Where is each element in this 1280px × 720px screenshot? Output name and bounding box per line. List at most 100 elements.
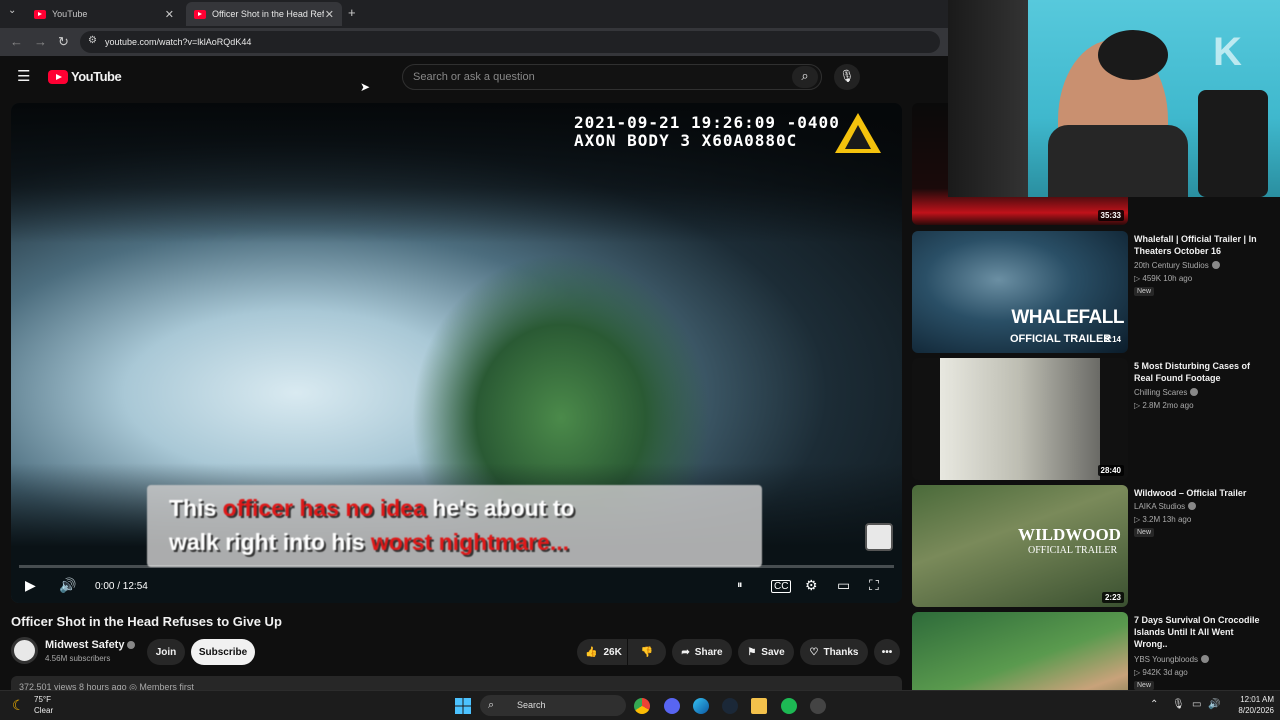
menu-icon[interactable]: ☰ bbox=[17, 67, 30, 85]
youtube-logo[interactable]: YouTube bbox=[48, 69, 122, 84]
fullscreen-icon[interactable]: ⛶ bbox=[869, 577, 879, 594]
recommendation-title[interactable]: 5 Most Disturbing Cases of Real Found Fo… bbox=[1134, 360, 1264, 384]
video-title: Officer Shot in the Head Refuses to Give… bbox=[11, 614, 282, 629]
channel-name[interactable]: Midwest Safety bbox=[45, 639, 136, 651]
play-button[interactable]: ▶ bbox=[25, 577, 36, 594]
video-metadata[interactable]: 372,501 views 8 hours ago ◎ Members firs… bbox=[11, 676, 902, 690]
like-button[interactable]: 👍 26K bbox=[577, 639, 627, 665]
progress-bar[interactable] bbox=[19, 565, 894, 568]
file-explorer-icon[interactable] bbox=[751, 698, 767, 714]
microphone-tray-icon[interactable]: 🎙 bbox=[1172, 699, 1185, 710]
windows-start-icon[interactable] bbox=[455, 698, 471, 714]
system-date[interactable]: 8/20/2026 bbox=[1220, 706, 1274, 715]
recommendation-title[interactable]: Wildwood – Official Trailer bbox=[1134, 487, 1264, 499]
edge-icon[interactable] bbox=[693, 698, 709, 714]
recommendation-channel[interactable]: 20th Century Studios bbox=[1134, 261, 1220, 270]
subscriber-count: 4.56M subscribers bbox=[45, 654, 111, 663]
subscribe-button[interactable]: Subscribe bbox=[191, 639, 255, 665]
new-tab-icon[interactable]: + bbox=[348, 5, 356, 20]
video-player[interactable]: 2021-09-21 19:26:09 -0400 AXON BODY 3 X6… bbox=[11, 103, 902, 603]
tab-youtube[interactable]: YouTube ✕ bbox=[26, 2, 182, 26]
youtube-masthead: ☰ YouTube ➤ Search or ask a question ⌕ 🎙 bbox=[0, 56, 948, 98]
taskbar-search[interactable]: ⌕ Search bbox=[480, 695, 626, 716]
dislike-button[interactable]: 👎 bbox=[628, 639, 666, 665]
volume-icon[interactable]: 🔊 bbox=[59, 577, 76, 594]
search-button[interactable]: ⌕ bbox=[792, 66, 818, 88]
more-actions-button[interactable]: ••• bbox=[874, 639, 900, 665]
settings-icon[interactable]: ⚙ bbox=[805, 577, 818, 594]
recommendation-title[interactable]: 7 Days Survival On Crocodile Islands Unt… bbox=[1134, 614, 1264, 650]
verified-icon bbox=[1211, 261, 1220, 269]
new-badge: New bbox=[1134, 681, 1155, 690]
tab-active-video[interactable]: Officer Shot in the Head Refuse ✕ bbox=[186, 2, 342, 26]
voice-search-button[interactable]: 🎙 bbox=[834, 64, 860, 90]
recommendation-channel[interactable]: LAIKA Studios bbox=[1134, 502, 1197, 511]
thanks-icon: ♡ bbox=[809, 646, 819, 658]
system-clock[interactable]: 12:01 AM bbox=[1226, 695, 1274, 704]
recommendation-title[interactable]: Whalefall | Official Trailer | In Theate… bbox=[1134, 233, 1264, 257]
site-info-icon[interactable]: ⚙ bbox=[88, 35, 97, 46]
show-hidden-icons-icon[interactable]: ⌃ bbox=[1150, 699, 1158, 710]
browser-tab-strip: ⌄ YouTube ✕ Officer Shot in the Head Ref… bbox=[0, 0, 948, 28]
video-thumbnail[interactable]: WILDWOOD OFFICIAL TRAILER 2:23 bbox=[912, 485, 1128, 607]
weather-icon[interactable]: ☾ bbox=[12, 697, 25, 714]
network-icon[interactable]: ▭ bbox=[1192, 699, 1201, 710]
duration-badge: 28:40 bbox=[1097, 465, 1124, 476]
forward-icon[interactable]: → bbox=[34, 34, 47, 49]
weather-temperature[interactable]: 75°F bbox=[34, 695, 51, 704]
join-button[interactable]: Join bbox=[147, 639, 185, 665]
spotify-icon[interactable] bbox=[781, 698, 797, 714]
recommendation-item[interactable]: 28:40 5 Most Disturbing Cases of Real Fo… bbox=[912, 358, 1272, 480]
volume-tray-icon[interactable]: 🔊 bbox=[1208, 699, 1220, 710]
captions-button[interactable]: CC bbox=[771, 580, 792, 593]
browser-toolbar: ← → ↻ ⚙ youtube.com/watch?v=lklAoRQdK44 bbox=[0, 28, 948, 56]
autoplay-toggle[interactable]: ⏸ bbox=[737, 579, 743, 592]
microphone-icon: 🎙 bbox=[839, 69, 855, 83]
address-bar[interactable]: ⚙ youtube.com/watch?v=lklAoRQdK44 bbox=[80, 31, 940, 53]
reload-icon[interactable]: ↻ bbox=[58, 34, 69, 50]
recommendation-stats: ▷ 3.2M 13h ago bbox=[1134, 515, 1192, 524]
discord-icon[interactable] bbox=[664, 698, 680, 714]
recommendation-item[interactable]: 7 Days Survival On Crocodile Islands Unt… bbox=[912, 612, 1272, 690]
back-icon[interactable]: ← bbox=[10, 34, 23, 49]
recommendation-item[interactable]: WILDWOOD OFFICIAL TRAILER 2:23 Wildwood … bbox=[912, 485, 1272, 607]
caption-line-2: walk right into his worst nightmare... bbox=[169, 529, 569, 555]
video-thumbnail[interactable]: WHALEFALL OFFICIAL TRAILER 2:14 bbox=[912, 231, 1128, 353]
thumbnail-title-text: WHALEFALL bbox=[1011, 307, 1124, 328]
tab-list-icon[interactable]: ⌄ bbox=[8, 5, 16, 16]
streamer-shirt bbox=[1048, 125, 1188, 197]
steam-icon[interactable] bbox=[722, 698, 738, 714]
recommendation-channel[interactable]: YBS Youngbloods bbox=[1134, 655, 1210, 664]
recommendation-stats: ▷ 2.8M 2mo ago bbox=[1134, 401, 1194, 410]
share-button[interactable]: ➦ Share bbox=[672, 639, 732, 665]
duration-badge: 35:33 bbox=[1097, 210, 1124, 221]
recommendation-item[interactable]: WHALEFALL OFFICIAL TRAILER 2:14 Whalefal… bbox=[912, 231, 1272, 353]
youtube-favicon-icon bbox=[34, 9, 46, 19]
theater-mode-icon[interactable]: ▭ bbox=[837, 577, 850, 594]
search-input[interactable]: Search or ask a question bbox=[402, 64, 822, 90]
channel-avatar[interactable] bbox=[11, 637, 38, 664]
bodycam-timestamp: 2021-09-21 19:26:09 -0400 bbox=[574, 113, 840, 132]
recommendation-channel[interactable]: Chilling Scares bbox=[1134, 388, 1199, 397]
search-placeholder: Search or ask a question bbox=[413, 71, 535, 83]
tab-close-icon[interactable]: ✕ bbox=[165, 8, 174, 21]
webcam-overlay: K bbox=[948, 0, 1280, 197]
weather-condition[interactable]: Clear bbox=[34, 706, 53, 715]
tab-close-icon[interactable]: ✕ bbox=[325, 8, 334, 21]
player-controls: ▶ 🔊 0:00 / 12:54 ⏸ CC ⚙ ▭ ⛶ bbox=[11, 571, 902, 603]
share-icon: ➦ bbox=[681, 646, 690, 658]
thanks-button[interactable]: ♡ Thanks bbox=[800, 639, 868, 665]
recommendation-stats: ▷ 459K 10h ago bbox=[1134, 274, 1193, 283]
channel-watermark-icon[interactable] bbox=[865, 523, 893, 551]
caption-line-1: This officer has no idea he's about to bbox=[169, 495, 575, 521]
taskbar: ☾ 75°F Clear ⌕ Search ⌃ 🎙 ▭ 🔊 12:01 AM 8… bbox=[0, 690, 1280, 720]
thumbs-up-icon: 👍 bbox=[585, 646, 598, 658]
streamer-hair bbox=[1098, 30, 1168, 80]
found-footage-frame bbox=[940, 358, 1100, 480]
recommendation-stats: ▷ 942K 3d ago bbox=[1134, 668, 1188, 677]
video-thumbnail[interactable] bbox=[912, 612, 1128, 690]
video-thumbnail[interactable]: 28:40 bbox=[912, 358, 1128, 480]
app-icon[interactable] bbox=[810, 698, 826, 714]
save-button[interactable]: ⚑ Save bbox=[738, 639, 794, 665]
chrome-icon[interactable] bbox=[634, 698, 650, 714]
